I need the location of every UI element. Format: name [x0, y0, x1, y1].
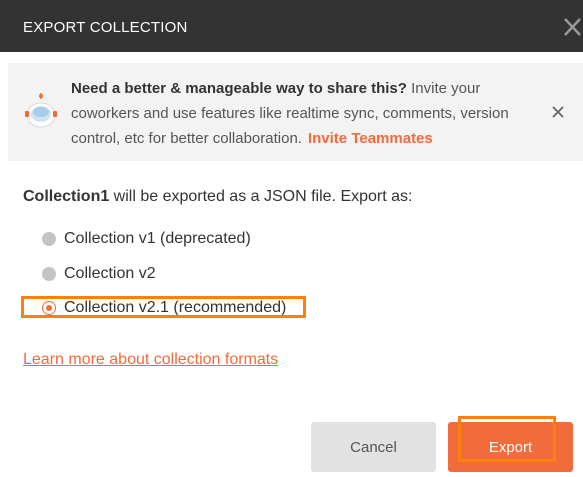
cancel-label: Cancel — [350, 438, 397, 456]
export-intro: Collection1 will be exported as a JSON f… — [23, 188, 412, 206]
learn-more-link[interactable]: Learn more about collection formats — [23, 351, 278, 369]
invite-banner: Need a better & manageable way to share … — [8, 63, 583, 161]
option-label: Collection v2.1 (recommended) — [64, 299, 287, 316]
banner-message: Need a better & manageable way to share … — [71, 76, 551, 151]
export-button[interactable]: Export — [448, 422, 573, 472]
banner-close-icon[interactable] — [551, 105, 565, 119]
radio-button[interactable] — [42, 267, 56, 281]
intro-text: will be exported as a JSON file. Export … — [109, 188, 413, 205]
radio-button-selected[interactable] — [42, 301, 56, 315]
dialog-title: EXPORT COLLECTION — [23, 19, 188, 36]
option-label: Collection v2 — [64, 265, 156, 282]
banner-heading: Need a better & manageable way to share … — [71, 80, 407, 97]
option-label: Collection v1 (deprecated) — [64, 230, 251, 247]
dialog-header: EXPORT COLLECTION — [0, 0, 583, 52]
cancel-button[interactable]: Cancel — [311, 422, 436, 472]
radio-button[interactable] — [42, 232, 56, 246]
invite-teammates-link[interactable]: Invite Teammates — [308, 130, 433, 147]
close-icon[interactable] — [562, 16, 583, 38]
export-label: Export — [488, 438, 533, 456]
collection-name: Collection1 — [23, 188, 110, 205]
astronaut-icon — [25, 93, 57, 128]
